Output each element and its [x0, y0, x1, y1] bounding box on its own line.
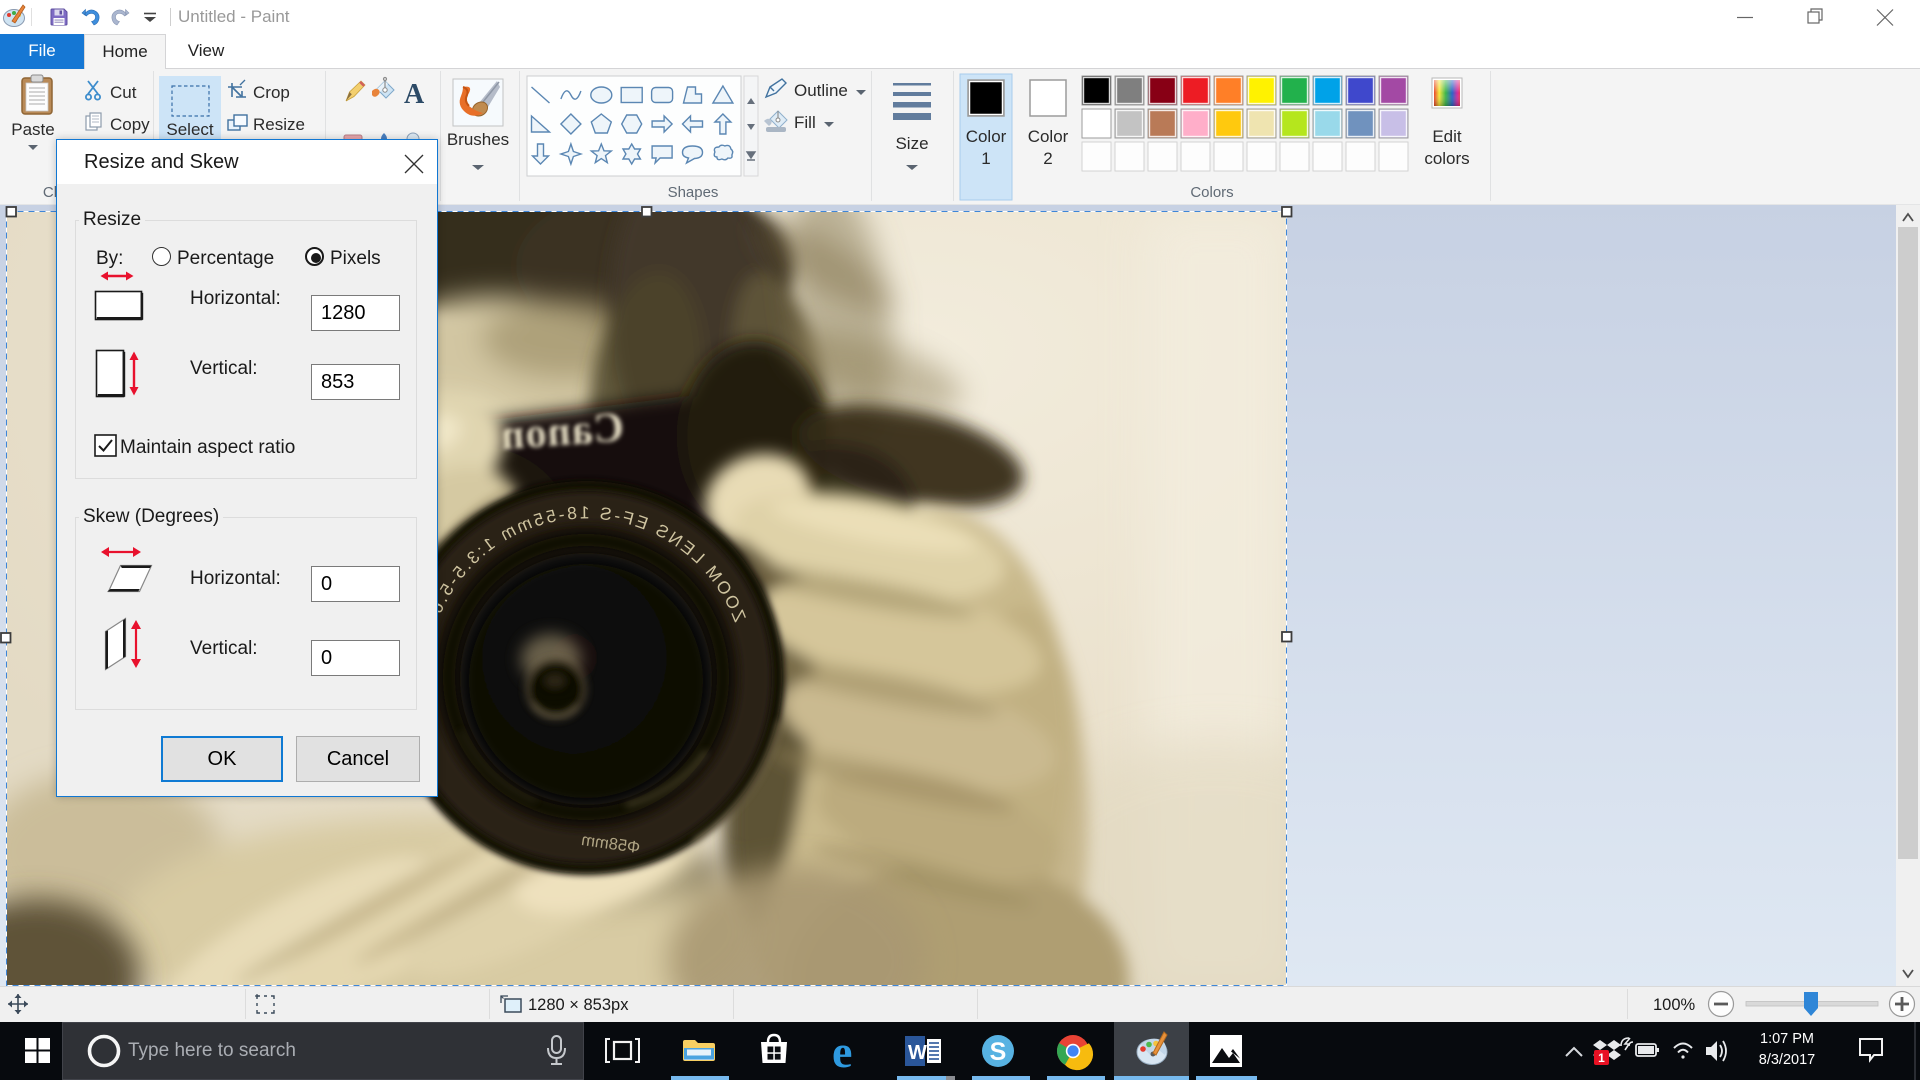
svg-text:1: 1: [1598, 1051, 1605, 1065]
svg-text:A: A: [404, 79, 425, 110]
svg-text:Paste: Paste: [11, 120, 54, 139]
svg-text:Size: Size: [895, 134, 928, 153]
svg-text:Color: Color: [966, 127, 1007, 146]
svg-text:Canon: Canon: [498, 405, 625, 460]
svg-text:Colors: Colors: [1190, 184, 1233, 201]
svg-text:2: 2: [1043, 149, 1052, 168]
svg-text:W: W: [908, 1042, 927, 1064]
svg-text:Copy: Copy: [110, 115, 150, 134]
svg-text:100%: 100%: [1653, 996, 1696, 1014]
svg-text:1280 × 853px: 1280 × 853px: [528, 996, 629, 1014]
svg-text:Shapes: Shapes: [668, 184, 719, 201]
svg-text:1: 1: [981, 149, 990, 168]
svg-text:Resize: Resize: [253, 115, 305, 134]
svg-text:colors: colors: [1424, 149, 1469, 168]
svg-text:e: e: [832, 1026, 852, 1077]
svg-text:Brushes: Brushes: [447, 130, 509, 149]
svg-text:Edit: Edit: [1432, 127, 1462, 146]
svg-text:Color: Color: [1028, 127, 1069, 146]
svg-text:Fill: Fill: [794, 113, 816, 132]
svg-text:Outline: Outline: [794, 81, 848, 100]
svg-text:Select: Select: [166, 120, 214, 139]
svg-text:Cut: Cut: [110, 83, 137, 102]
svg-text:S: S: [990, 1038, 1007, 1066]
svg-text:Crop: Crop: [253, 83, 290, 102]
